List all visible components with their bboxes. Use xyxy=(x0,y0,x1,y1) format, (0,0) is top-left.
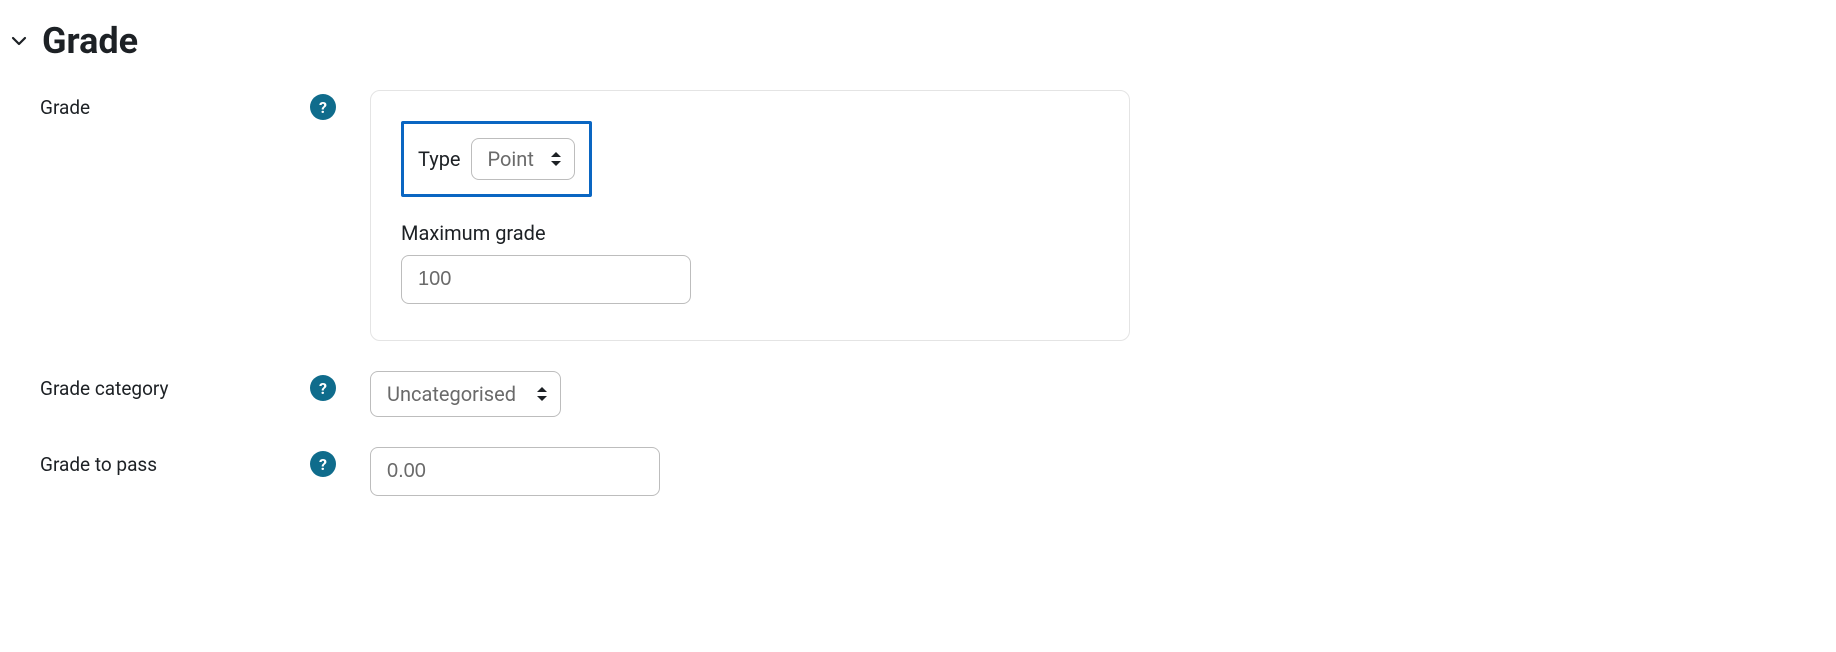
select-sort-icon xyxy=(536,385,548,403)
max-grade-input[interactable] xyxy=(401,255,691,304)
section-title: Grade xyxy=(42,20,138,62)
label-grade-category: Grade category xyxy=(10,371,310,400)
label-grade: Grade xyxy=(10,90,310,119)
help-icon[interactable]: ? xyxy=(310,375,336,401)
help-icon[interactable]: ? xyxy=(310,451,336,477)
max-grade-label: Maximum grade xyxy=(401,221,1099,245)
row-grade: Grade ? Type Point Maximum grade xyxy=(10,90,1826,341)
chevron-down-icon xyxy=(10,32,28,50)
grade-type-value: Point xyxy=(488,147,534,171)
help-icon[interactable]: ? xyxy=(310,94,336,120)
select-sort-icon xyxy=(550,150,562,168)
grade-panel: Type Point Maximum grade xyxy=(370,90,1130,341)
label-grade-to-pass: Grade to pass xyxy=(10,447,310,476)
grade-to-pass-input[interactable] xyxy=(370,447,660,496)
row-grade-category: Grade category ? Uncategorised xyxy=(10,371,1826,417)
grade-type-group: Type Point xyxy=(401,121,592,197)
grade-category-select[interactable]: Uncategorised xyxy=(370,371,561,417)
section-header[interactable]: Grade xyxy=(10,20,1826,62)
grade-type-label: Type xyxy=(418,147,461,171)
grade-category-value: Uncategorised xyxy=(387,382,516,406)
row-grade-to-pass: Grade to pass ? xyxy=(10,447,1826,496)
grade-type-select[interactable]: Point xyxy=(471,138,575,180)
